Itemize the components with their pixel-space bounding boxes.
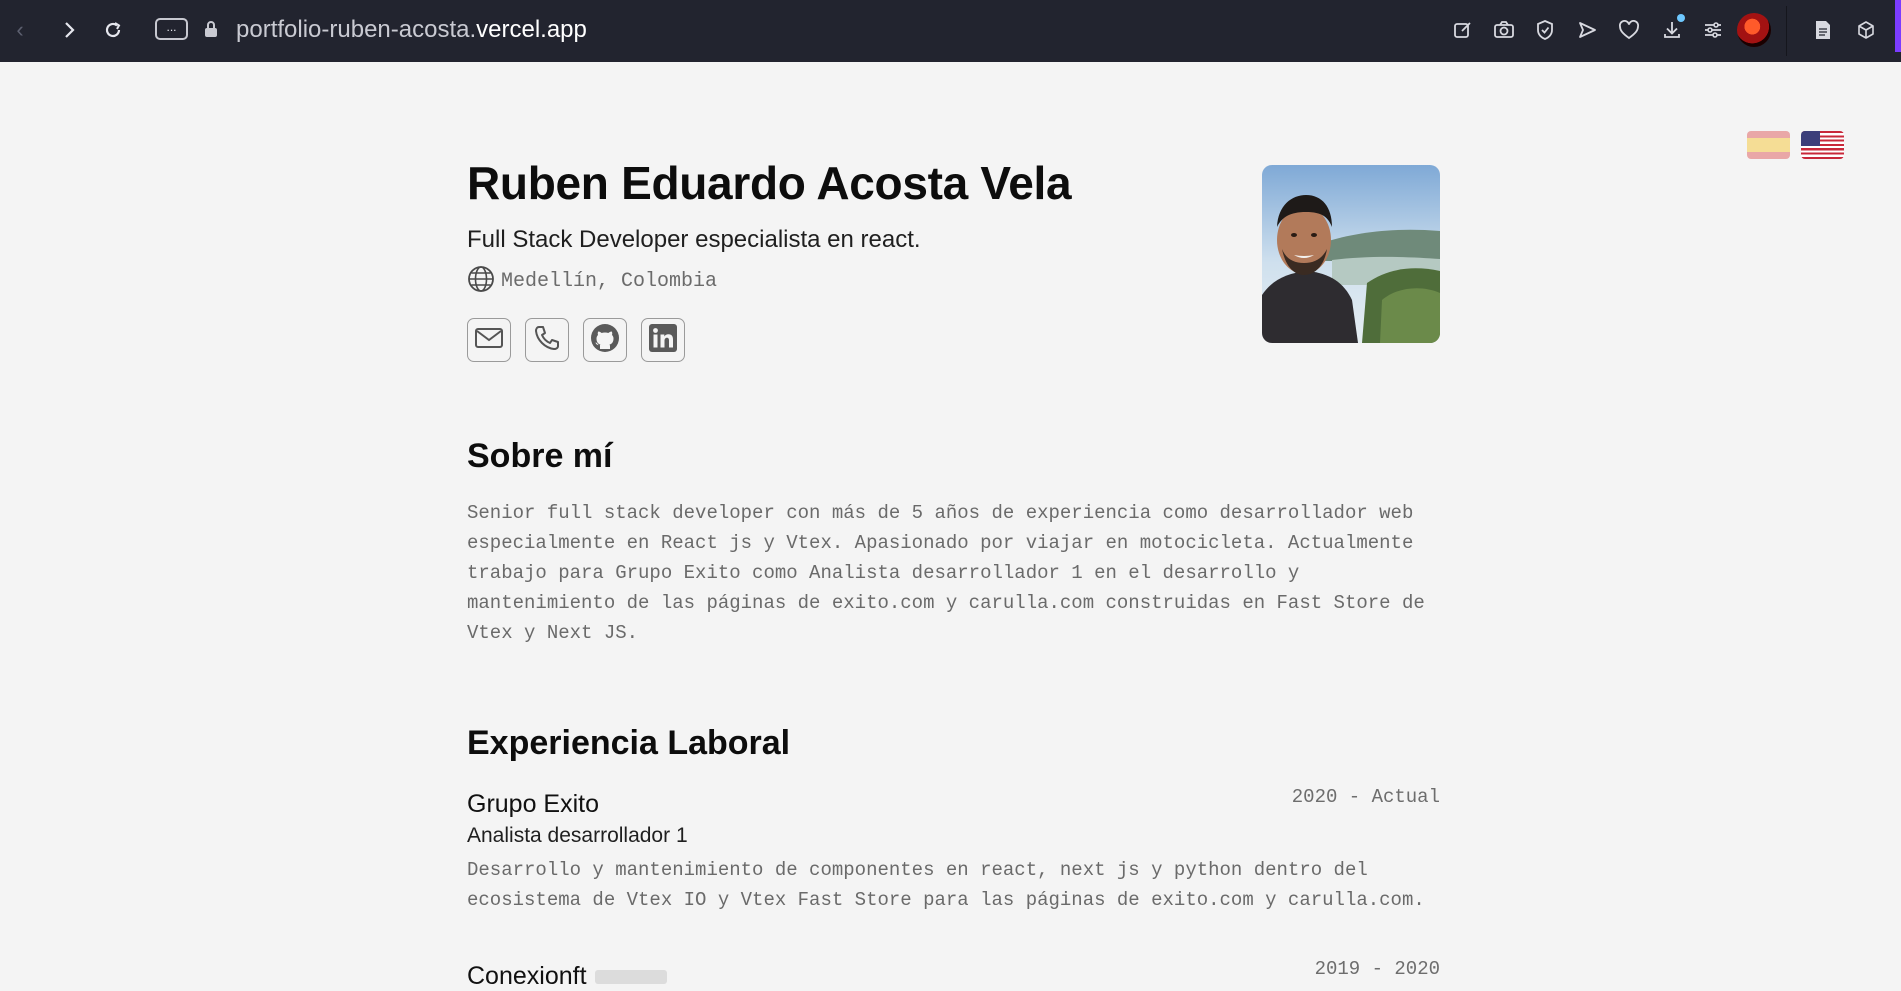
browser-toolbar: ‹ ... portfolio-ruben-acosta.vercel.app	[0, 0, 1901, 62]
location-text: Medellín, Colombia	[501, 270, 718, 293]
globe-icon	[467, 265, 495, 298]
mail-icon	[474, 326, 504, 355]
back-icon[interactable]: ‹	[8, 17, 32, 42]
about-title: Sobre mí	[467, 437, 613, 475]
experience-title: Experiencia Laboral	[467, 724, 791, 762]
heart-icon[interactable]	[1616, 17, 1642, 43]
job-company: Grupo Exito	[467, 790, 600, 818]
phone-icon	[533, 324, 561, 357]
profile-subtitle: Full Stack Developer especialista en rea…	[467, 226, 921, 253]
portfolio-page: Ruben Eduardo Acosta Vela Full Stack Dev…	[0, 62, 1901, 990]
cube-icon[interactable]	[1853, 17, 1879, 43]
forward-icon[interactable]	[57, 18, 81, 42]
job-dates: 2019 - 2020	[1314, 958, 1440, 980]
usa-flag-icon[interactable]	[1801, 131, 1844, 159]
send-icon[interactable]	[1574, 17, 1600, 43]
job-company-name: Conexionft	[467, 962, 587, 990]
flag-canton	[1801, 131, 1820, 146]
toolbar-divider	[1786, 6, 1787, 56]
edit-icon[interactable]	[1450, 17, 1476, 43]
social-links	[467, 318, 685, 362]
about-text: Senior full stack developer con más de 5…	[467, 502, 1425, 644]
url-domain: portfolio-ruben-acosta.	[236, 16, 477, 43]
job-badge	[594, 970, 667, 985]
settings-sliders-icon[interactable]	[1700, 17, 1726, 43]
profile-name: Ruben Eduardo Acosta Vela	[467, 157, 1072, 209]
profile-photo	[1262, 165, 1440, 343]
job-dates: 2020 - Actual	[1291, 786, 1440, 808]
spain-flag-icon[interactable]	[1747, 131, 1790, 159]
tabs-button[interactable]: ...	[155, 18, 188, 40]
job-company: Conexionft	[467, 962, 667, 991]
github-icon	[589, 322, 621, 359]
shield-icon[interactable]	[1532, 17, 1558, 43]
linkedin-icon	[648, 323, 678, 358]
download-badge-dot	[1677, 14, 1685, 22]
page-icon[interactable]	[1810, 17, 1836, 43]
window-accent-bar	[1895, 0, 1901, 52]
language-switcher	[1747, 131, 1844, 159]
job-role: Analista desarrollador 1	[467, 824, 688, 847]
url-tld: vercel.app	[476, 16, 587, 43]
github-button[interactable]	[583, 318, 627, 362]
job-description: Desarrollo y mantenimiento de componente…	[467, 859, 1425, 911]
reload-icon[interactable]	[101, 18, 125, 42]
linkedin-button[interactable]	[641, 318, 685, 362]
lock-icon	[204, 20, 218, 43]
phone-button[interactable]	[525, 318, 569, 362]
location: Medellín, Colombia	[467, 265, 717, 298]
mail-button[interactable]	[467, 318, 511, 362]
profile-avatar[interactable]	[1737, 13, 1771, 47]
address-bar[interactable]: portfolio-ruben-acosta.vercel.app	[236, 16, 587, 44]
camera-icon[interactable]	[1491, 17, 1517, 43]
